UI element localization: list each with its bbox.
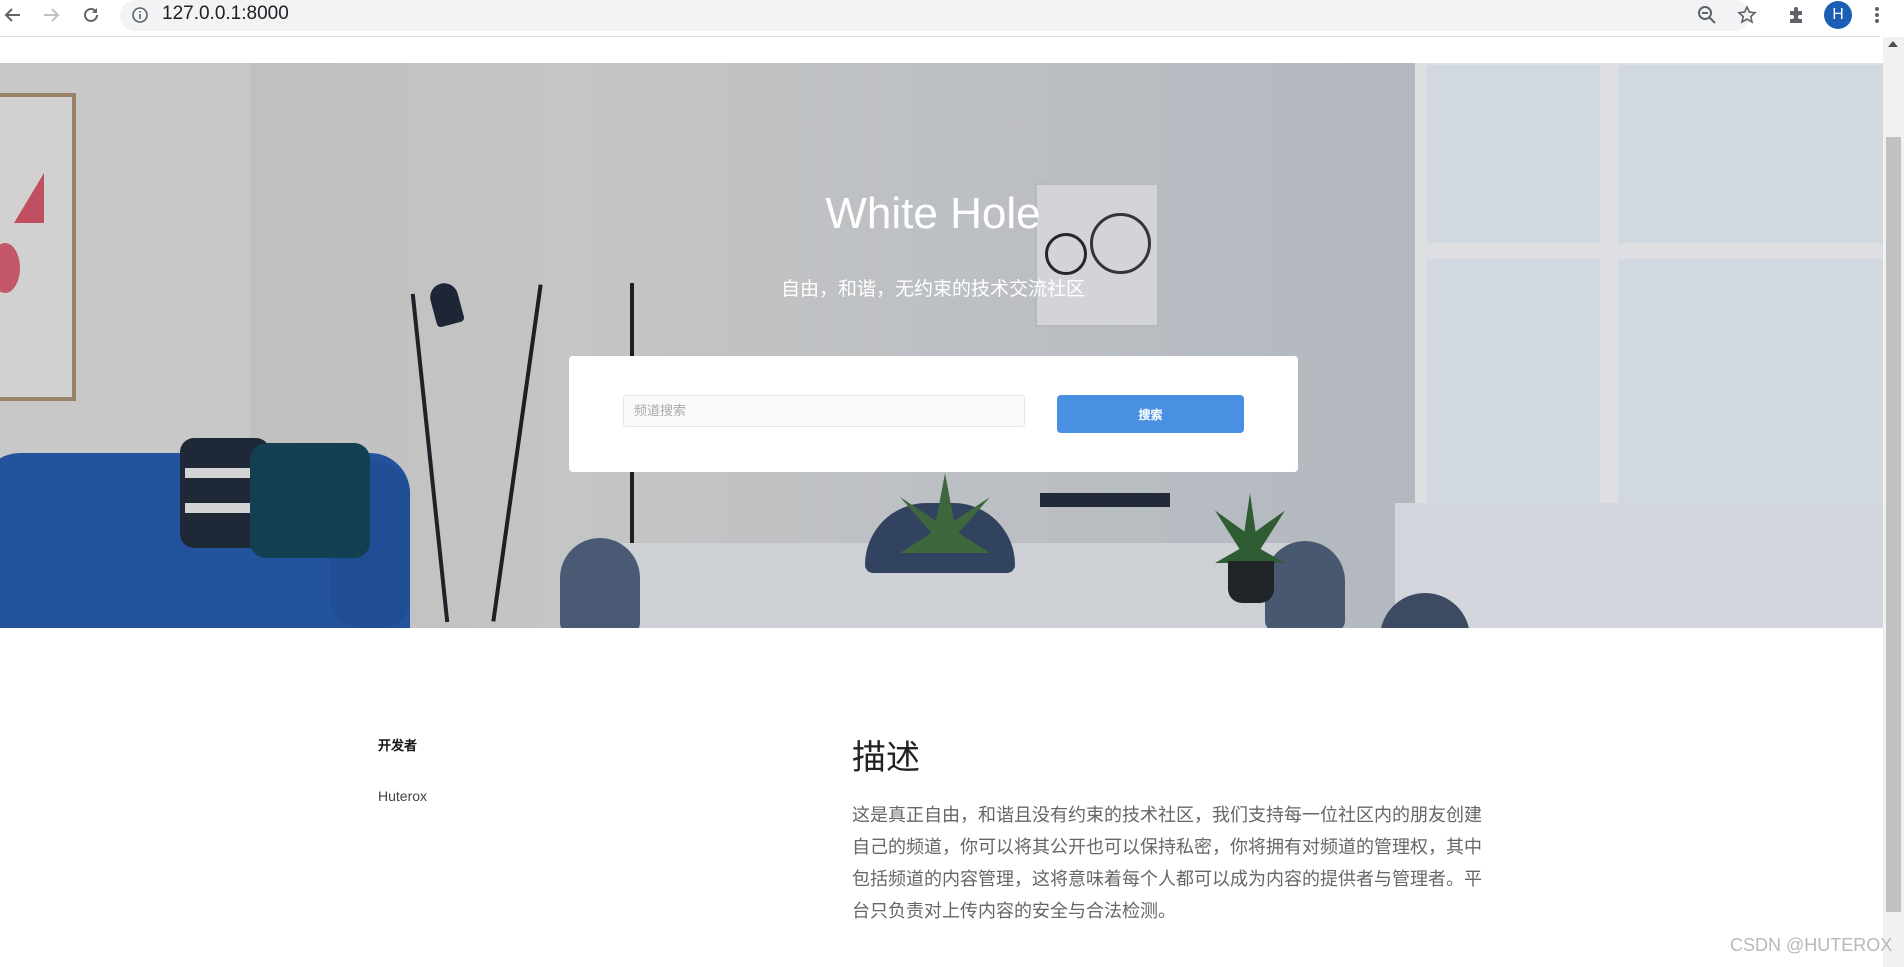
zoom-out-icon[interactable] xyxy=(1695,3,1719,27)
reload-icon[interactable] xyxy=(78,2,104,28)
channel-search-input[interactable] xyxy=(623,395,1025,427)
hero-overlay xyxy=(0,63,1883,628)
address-bar[interactable]: 127.0.0.1:8000 xyxy=(120,0,1750,31)
toolbar-divider xyxy=(0,36,1880,37)
site-title: White Hole xyxy=(825,189,1041,238)
watermark: CSDN @HUTEROX xyxy=(1730,935,1893,955)
forward-icon[interactable] xyxy=(38,2,64,28)
description-text: 这是真正自由，和谐且没有约束的技术社区，我们支持每一位社区内的朋友创建自己的频道… xyxy=(852,805,1482,922)
search-card: 搜索 xyxy=(569,356,1298,472)
description-heading: 描述 xyxy=(852,738,920,778)
hero-banner: White Hole 自由，和谐，无约束的技术交流社区 搜索 xyxy=(0,63,1883,628)
scroll-up-icon[interactable] xyxy=(1888,41,1898,47)
menu-icon[interactable] xyxy=(1865,3,1889,27)
url-text[interactable]: 127.0.0.1:8000 xyxy=(162,3,289,25)
star-icon[interactable] xyxy=(1735,3,1759,27)
back-icon[interactable] xyxy=(0,2,26,28)
site-tagline: 自由，和谐，无约束的技术交流社区 xyxy=(780,278,1085,300)
developers-heading: 开发者 xyxy=(378,739,418,754)
info-icon[interactable] xyxy=(132,7,148,27)
search-button[interactable]: 搜索 xyxy=(1057,395,1244,433)
developer-name: Huterox xyxy=(378,788,428,804)
browser-toolbar: 127.0.0.1:8000 H xyxy=(0,0,1904,37)
page-scrollbar[interactable] xyxy=(1883,37,1904,967)
extensions-icon[interactable] xyxy=(1784,3,1808,27)
profile-avatar[interactable]: H xyxy=(1824,1,1852,29)
scroll-thumb[interactable] xyxy=(1886,137,1901,912)
